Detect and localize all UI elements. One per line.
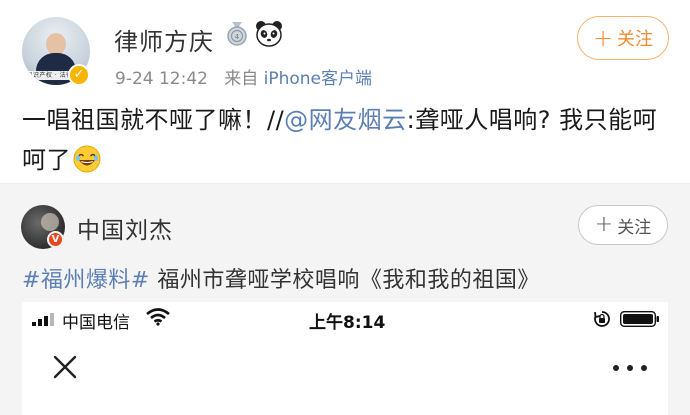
repost-author-name[interactable]: 中国刘杰 xyxy=(77,211,173,245)
post-source-prefix: 来自 xyxy=(224,69,259,89)
embedded-phone-screenshot[interactable]: 中国电信 上午8:14 xyxy=(22,302,668,415)
post-text-part1: 一唱祖国就不哑了嘛！// xyxy=(22,106,285,134)
hashtag-link[interactable]: #福州爆料# xyxy=(22,268,150,293)
signal-icon xyxy=(32,313,54,326)
avatar-highlight xyxy=(41,213,59,231)
phone-clock: 上午8:14 xyxy=(309,313,386,333)
avatar-face xyxy=(46,33,66,55)
post-time: 9-24 12:42 xyxy=(115,69,208,89)
repost-text: #福州爆料# 福州市聋哑学校唱响《我和我的祖国》 xyxy=(22,262,540,294)
phone-status-bar: 中国电信 上午8:14 xyxy=(22,302,668,338)
close-icon[interactable] xyxy=(52,354,78,380)
mention-link[interactable]: @网友烟云 xyxy=(284,106,407,134)
repost-follow-label: 关注 xyxy=(617,217,652,238)
plus-icon: + xyxy=(594,212,614,237)
verified-badge-icon: V xyxy=(47,231,64,248)
follow-button-label: 关注 xyxy=(617,29,654,50)
battery-icon xyxy=(620,311,659,327)
post-meta: 9-24 12:42 来自 iPhone客户端 xyxy=(115,64,372,89)
repost-text-body: 福州市聋哑学校唱响《我和我的祖国》 xyxy=(149,268,540,293)
medal-icon: 4 xyxy=(227,22,247,46)
wifi-icon xyxy=(146,308,170,326)
repost-follow-button[interactable]: + 关注 xyxy=(578,205,668,245)
more-icon[interactable] xyxy=(612,364,648,372)
post-source[interactable]: iPhone客户端 xyxy=(264,69,372,89)
post-text: 一唱祖国就不哑了嘛！//@网友烟云:聋哑人唱响? 我只能呵呵了 xyxy=(22,100,672,180)
svg-text:4: 4 xyxy=(235,33,240,41)
panda-icon xyxy=(256,21,282,47)
verified-badge-icon: ✓ xyxy=(68,64,90,86)
phone-carrier: 中国电信 xyxy=(62,313,130,333)
follow-button[interactable]: + 关注 xyxy=(577,16,669,60)
laugh-emoji xyxy=(73,145,101,173)
rotation-lock-icon xyxy=(594,311,610,327)
plus-icon: + xyxy=(592,24,614,52)
author-name[interactable]: 律师方庆 xyxy=(114,22,214,57)
